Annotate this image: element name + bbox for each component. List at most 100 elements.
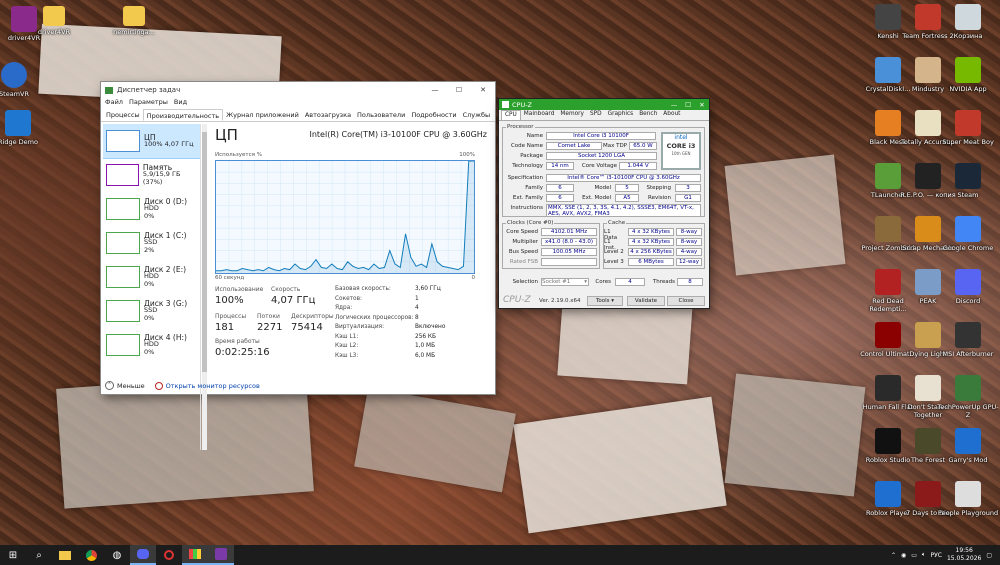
selection-value: Socket #1 — [542, 279, 571, 285]
desktop-icon-label: People Playground — [937, 509, 999, 517]
detail-value: 4 — [415, 305, 419, 311]
windows-start-icon[interactable]: ⊞ — [0, 545, 26, 565]
tab-details[interactable]: Подробности — [408, 109, 459, 121]
menu-view[interactable]: Вид — [174, 98, 187, 109]
menu-file[interactable]: Файл — [105, 98, 123, 109]
desktop-icon[interactable]: SteamVR — [0, 62, 46, 98]
mini-graph-thumbnail — [106, 334, 140, 356]
perf-sidebar-item[interactable]: Память 5,9/15,9 ГБ (37%) — [103, 158, 200, 192]
field-label: Max TDP — [602, 143, 627, 149]
notifications-icon[interactable]: ▢ — [986, 552, 992, 559]
close-button[interactable]: Close — [667, 296, 705, 306]
cpuz-tab-cpu[interactable]: CPU — [501, 110, 521, 120]
tab-performance[interactable]: Производительность — [142, 109, 224, 121]
search-icon[interactable]: ⌕ — [26, 545, 52, 565]
chrome-icon[interactable] — [78, 545, 104, 565]
tab-processes[interactable]: Процессы — [103, 109, 143, 121]
cpuz-tab-spd[interactable]: SPD — [587, 110, 605, 120]
selection-dropdown[interactable]: Socket #1 ▾ — [541, 278, 589, 286]
tab-startup[interactable]: Автозагрузка — [302, 109, 354, 121]
cpuz-taskbar-icon[interactable] — [208, 545, 234, 565]
perf-sidebar-item[interactable]: Диск 1 (C:) SSD 2% — [103, 226, 200, 260]
open-resource-monitor-link[interactable]: Открыть монитор ресурсов — [166, 382, 260, 390]
perf-sidebar-item[interactable]: Диск 0 (D:) HDD 0% — [103, 192, 200, 226]
ext-family-field: 6 — [546, 194, 574, 202]
desktop-icon[interactable]: MSI Afterburner — [936, 322, 1000, 358]
desktop-icon-label: Garry's Mod — [948, 456, 988, 464]
title-bar[interactable]: Диспетчер задач — ☐ ✕ — [101, 82, 495, 98]
cpuz-tab-graphics[interactable]: Graphics — [605, 110, 637, 120]
desktop-icon[interactable]: Корзина — [936, 4, 1000, 40]
field-label: Level 2 — [604, 249, 624, 255]
msi-afterburner-icon[interactable] — [156, 545, 182, 565]
threads-field: 8 — [677, 278, 703, 286]
desktop-icon[interactable]: TechPowerUp GPU-Z — [936, 375, 1000, 419]
field-label: Bus Speed — [508, 249, 538, 255]
discord-tray-icon[interactable]: ◉ — [901, 552, 906, 559]
chevron-up-icon[interactable]: ⌃ — [105, 381, 114, 390]
network-icon[interactable]: ▭ — [911, 552, 917, 559]
cpuz-tab-about[interactable]: About — [660, 110, 683, 120]
desktop-icon[interactable]: Garry's Mod — [936, 428, 1000, 464]
tab-users[interactable]: Пользователи — [354, 109, 408, 121]
perf-sidebar-t3: 0% — [144, 313, 155, 322]
wallpaper-paper — [557, 295, 693, 385]
desktop-icon[interactable]: nemirtinga... — [102, 6, 166, 36]
scrollbar-thumb[interactable] — [202, 132, 207, 372]
menu-options[interactable]: Параметры — [129, 98, 168, 109]
mini-graph-thumbnail — [106, 300, 140, 322]
desktop-icon[interactable]: People Playground — [936, 481, 1000, 517]
field-label: Ext. Model — [582, 195, 611, 201]
chevron-up-icon[interactable]: ⌃ — [891, 552, 896, 559]
perf-sidebar-item[interactable]: Диск 4 (H:) HDD 0% — [103, 328, 200, 362]
desktop-icon[interactable]: Google Chrome — [936, 216, 1000, 252]
desktop-icon[interactable]: Discord — [936, 269, 1000, 305]
taskmgr-app-icon — [105, 86, 113, 94]
cpuz-title-bar[interactable]: CPU-Z — ☐ ✕ — [499, 99, 709, 110]
desktop-icon[interactable]: Super Meat Boy — [936, 110, 1000, 146]
folder-icon — [43, 6, 65, 26]
perf-sidebar-item[interactable]: ЦП 100% 4,07 ГГц — [103, 124, 200, 159]
validate-button[interactable]: Validate — [627, 296, 665, 306]
maximize-button[interactable]: ☐ — [681, 101, 695, 109]
detail-label: Логических процессоров: — [335, 314, 414, 321]
file-explorer-icon[interactable] — [52, 545, 78, 565]
logo-text: intel — [674, 134, 688, 141]
cpuz-window[interactable]: CPU-Z — ☐ ✕ CPU Mainboard Memory SPD Graphics B… — [499, 99, 709, 308]
perf-sidebar-item[interactable]: Диск 2 (E:) HDD 0% — [103, 260, 200, 294]
steam-icon[interactable]: ◍ — [104, 545, 130, 565]
close-button[interactable]: ✕ — [471, 86, 495, 94]
desktop-icon[interactable]: Steam — [936, 163, 1000, 199]
cpuz-tab-bench[interactable]: Bench — [636, 110, 660, 120]
task-manager-taskbar-icon[interactable] — [182, 545, 208, 565]
desktop-icon[interactable]: NVIDIA App — [936, 57, 1000, 93]
desktop-icon-label: Ridge Demo — [0, 138, 38, 146]
tools-button[interactable]: Tools ▾ — [587, 296, 623, 306]
cpuz-tab-memory[interactable]: Memory — [557, 110, 587, 120]
fewer-details-link[interactable]: Меньше — [117, 382, 145, 390]
maximize-button[interactable]: ☐ — [447, 86, 471, 94]
l3-ways-field: 12-way — [676, 258, 702, 266]
cpuz-tab-mainboard[interactable]: Mainboard — [521, 110, 558, 120]
language-indicator[interactable]: РУС — [931, 552, 942, 559]
field-label: Revision — [648, 195, 671, 201]
task-manager-window[interactable]: Диспетчер задач — ☐ ✕ Файл Параметры Вид П… — [101, 82, 495, 450]
desktop-icon-label: Super Meat Boy — [942, 138, 994, 146]
desktop-icon[interactable]: driver4VR — [22, 6, 86, 36]
field-label: Model — [594, 185, 611, 191]
clock[interactable]: 19:56 15.05.2026 — [947, 547, 981, 563]
discord-icon — [955, 269, 981, 295]
minimize-button[interactable]: — — [667, 101, 681, 109]
minimize-button[interactable]: — — [423, 86, 447, 94]
desktop-icon-label: Google Chrome — [942, 244, 994, 252]
tab-services[interactable]: Службы — [460, 109, 494, 121]
discord-icon[interactable] — [130, 545, 156, 565]
volume-icon[interactable]: 🔈︎ — [922, 551, 926, 559]
close-button[interactable]: ✕ — [695, 101, 709, 109]
system-tray: ⌃ ◉ ▭ 🔈︎ РУС 19:56 15.05.2026 ▢ — [891, 547, 1000, 563]
codename-field: Comet Lake — [546, 142, 602, 150]
desktop-icon[interactable]: Ridge Demo — [0, 110, 50, 146]
sidebar-scrollbar[interactable] — [202, 124, 207, 450]
tab-app-history[interactable]: Журнал приложений — [223, 109, 302, 121]
perf-sidebar-item[interactable]: Диск 3 (G:) SSD 0% — [103, 294, 200, 328]
